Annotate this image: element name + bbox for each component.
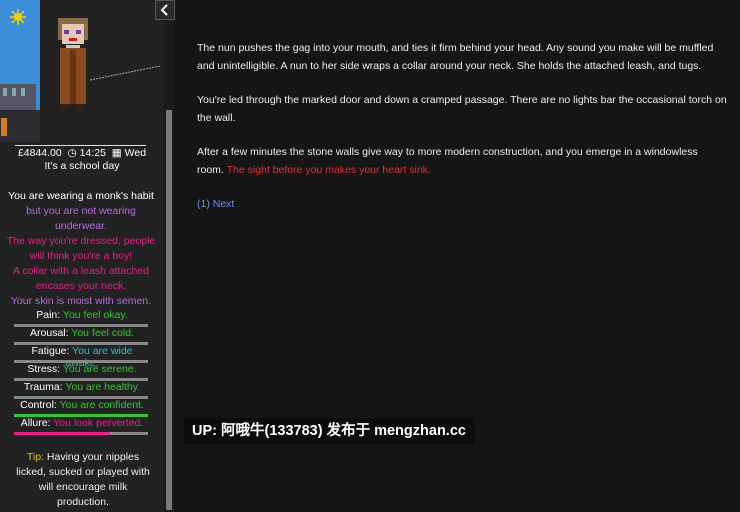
sidebar: £4844.00 ◷ 14:25 ▦ Wed It's a school day… xyxy=(0,0,164,512)
character-portrait xyxy=(0,0,164,142)
alert-text: The sight before you makes your heart si… xyxy=(226,163,431,176)
passage-paragraph: After a few minutes the stone walls give… xyxy=(197,144,727,179)
passage-paragraph: You're led through the marked door and d… xyxy=(197,94,727,124)
stat-value: You feel cold. xyxy=(71,327,134,339)
stat-label: Fatigue: xyxy=(31,345,70,357)
status-line: £4844.00 ◷ 14:25 ▦ Wed xyxy=(0,145,164,159)
stat-row: Control: You are confident. xyxy=(14,399,150,417)
time-value: 14:25 xyxy=(79,147,106,159)
stat-label: Trauma: xyxy=(23,381,63,393)
scrollbar-thumb[interactable] xyxy=(166,110,172,510)
clothing-text: You are wearing a monk's habit xyxy=(8,190,154,202)
stat-value: You are confident. xyxy=(59,399,144,411)
stat-row: Arousal: You feel cold. xyxy=(14,327,150,345)
stat-label: Control: xyxy=(20,399,57,411)
skin-text: Your skin is moist with semen. xyxy=(10,295,152,307)
stat-value: You are serene. xyxy=(62,363,137,375)
stat-row: Allure: You look perverted. xyxy=(14,417,150,435)
calendar-icon: ▦ xyxy=(108,147,122,159)
stat-label: Pain: xyxy=(36,309,61,321)
passage-paragraph: The nun pushes the gag into your mouth, … xyxy=(197,42,714,72)
stat-value: You are healthy. xyxy=(65,381,141,393)
tip-box: Tip: Having your nipples licked, sucked … xyxy=(12,450,154,510)
stat-bar-fill xyxy=(14,432,111,435)
stat-label: Arousal: xyxy=(30,327,69,339)
collapse-sidebar-button[interactable] xyxy=(155,0,175,20)
stat-row: Stress: You are serene. xyxy=(14,363,150,381)
school-day-text: It's a school day xyxy=(44,160,120,172)
stat-row: Pain: You feel okay. xyxy=(14,309,150,327)
sun-icon xyxy=(10,9,26,25)
chevron-left-icon xyxy=(160,4,168,16)
collar-text: A collar with a leash attached encases y… xyxy=(13,265,149,292)
stat-value: You feel okay. xyxy=(62,309,128,321)
watermark-text: UP: 阿哦牛(133783) 发布于 mengzhan.cc xyxy=(184,418,474,444)
clock-icon: ◷ xyxy=(64,147,77,159)
gender-appearance-text: The way you're dressed, people will thin… xyxy=(6,235,156,262)
day-value: Wed xyxy=(124,147,147,159)
next-link[interactable]: (1) Next xyxy=(197,198,234,210)
stat-row: Trauma: You are healthy. xyxy=(14,381,150,399)
money-value: £4844.00 xyxy=(17,147,62,159)
stat-row: Fatigue: You are wide awake. xyxy=(14,345,150,369)
stat-bar xyxy=(14,432,148,435)
story-passage: The nun pushes the gag into your mouth, … xyxy=(197,40,727,231)
stat-label: Stress: xyxy=(27,363,61,375)
stat-label: Allure: xyxy=(20,417,51,429)
sidebar-scrollbar[interactable] xyxy=(164,0,174,512)
appearance-description: You are wearing a monk's habit but you a… xyxy=(4,189,158,309)
underwear-text: but you are not wearing underwear. xyxy=(26,205,136,232)
stat-value: You look perverted. xyxy=(53,417,144,429)
tip-label: Tip: xyxy=(26,451,44,463)
